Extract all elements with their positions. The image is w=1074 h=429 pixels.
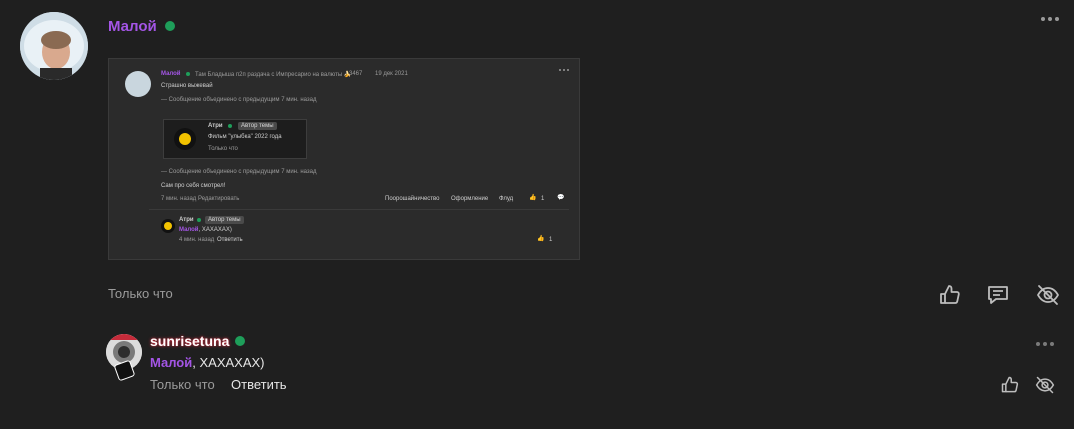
comment-body: , ХАХАХАХ) bbox=[192, 355, 265, 370]
attached-screenshot[interactable]: Малой Там Бладыша п2п раздача с Импресар… bbox=[108, 58, 580, 260]
shot-date: 19 дек 2021 bbox=[375, 71, 408, 77]
shot-rate-3: Флуд bbox=[499, 196, 514, 202]
shot-post-meta: 7 мин. назад Редактировать bbox=[161, 196, 240, 202]
shot-quote-text: Фильм "улыбка" 2022 года bbox=[208, 134, 282, 140]
shot-reply-tag: Автор темы bbox=[205, 216, 244, 224]
shot-merged1: — Сообщение объединено с предыдущим 7 ми… bbox=[161, 97, 317, 103]
shot-reply-text: , ХАХАХАХ) bbox=[198, 227, 232, 233]
online-indicator bbox=[165, 21, 175, 31]
post-timestamp: Только что bbox=[108, 286, 173, 301]
shot-reply-avatar bbox=[161, 219, 175, 233]
shot-likes: 1 bbox=[541, 196, 545, 202]
shot-rate-1: Поорошайничество bbox=[385, 196, 440, 202]
shot-options-icon bbox=[559, 69, 569, 71]
author-avatar[interactable] bbox=[20, 12, 88, 80]
post-options-icon[interactable] bbox=[1041, 17, 1059, 21]
shot-divider bbox=[149, 209, 569, 210]
shot-reply-mention: Малой bbox=[179, 227, 199, 233]
shot-quote-time: Только что bbox=[208, 146, 238, 152]
shot-text2: Сам про себя смотрел! bbox=[161, 183, 226, 189]
shot-avatar bbox=[125, 71, 151, 97]
shot-reply-author: Атри bbox=[179, 217, 194, 223]
comment-icon[interactable] bbox=[986, 283, 1010, 307]
comment-author-name[interactable]: sunrisetuna bbox=[150, 333, 229, 349]
shot-quote-online bbox=[228, 124, 232, 128]
shot-comment-icon: 💬 bbox=[557, 195, 565, 201]
shot-meta: Там Бладыша п2п раздача с Импресарио на … bbox=[195, 72, 352, 78]
shot-like-icon: 👍 bbox=[529, 195, 537, 201]
reply-button[interactable]: Ответить bbox=[231, 377, 287, 392]
comment-like-icon[interactable] bbox=[1000, 375, 1020, 395]
shot-quote-avatar bbox=[174, 128, 196, 150]
shot-reply-likes: 1 bbox=[549, 237, 553, 243]
like-icon[interactable] bbox=[938, 283, 962, 307]
comment-text: Малой, ХАХАХАХ) bbox=[150, 355, 265, 370]
comment-hide-icon[interactable] bbox=[1035, 375, 1055, 395]
shot-reply-time: 4 мин. назад bbox=[179, 237, 215, 243]
shot-reply-online bbox=[197, 218, 201, 222]
shot-author: Малой bbox=[161, 71, 181, 77]
comment-timestamp: Только что bbox=[150, 377, 215, 392]
shot-online bbox=[186, 72, 190, 76]
shot-rate-2: Оформление bbox=[451, 196, 489, 202]
shot-reply-answer: Ответить bbox=[217, 237, 243, 243]
post-author-name[interactable]: Малой bbox=[108, 18, 157, 35]
comment-options-icon[interactable] bbox=[1036, 342, 1054, 346]
comment-online-indicator bbox=[235, 336, 245, 346]
shot-text1: Страшно выжевай bbox=[161, 83, 213, 89]
shot-reply-like-icon: 👍 bbox=[537, 236, 545, 242]
shot-views: 3467 bbox=[349, 71, 363, 77]
shot-quote-author: Атри bbox=[208, 123, 223, 129]
hide-icon[interactable] bbox=[1036, 283, 1060, 307]
shot-reply-line: Малой, ХАХАХАХ) bbox=[179, 227, 232, 233]
shot-quote: Атри Автор темы Фильм "улыбка" 2022 года… bbox=[163, 119, 307, 159]
shot-quote-tag: Автор темы bbox=[238, 122, 277, 130]
shot-merged2: — Сообщение объединено с предыдущим 7 ми… bbox=[161, 169, 317, 175]
avatar-image bbox=[20, 12, 88, 80]
comment-mention[interactable]: Малой bbox=[150, 355, 192, 370]
